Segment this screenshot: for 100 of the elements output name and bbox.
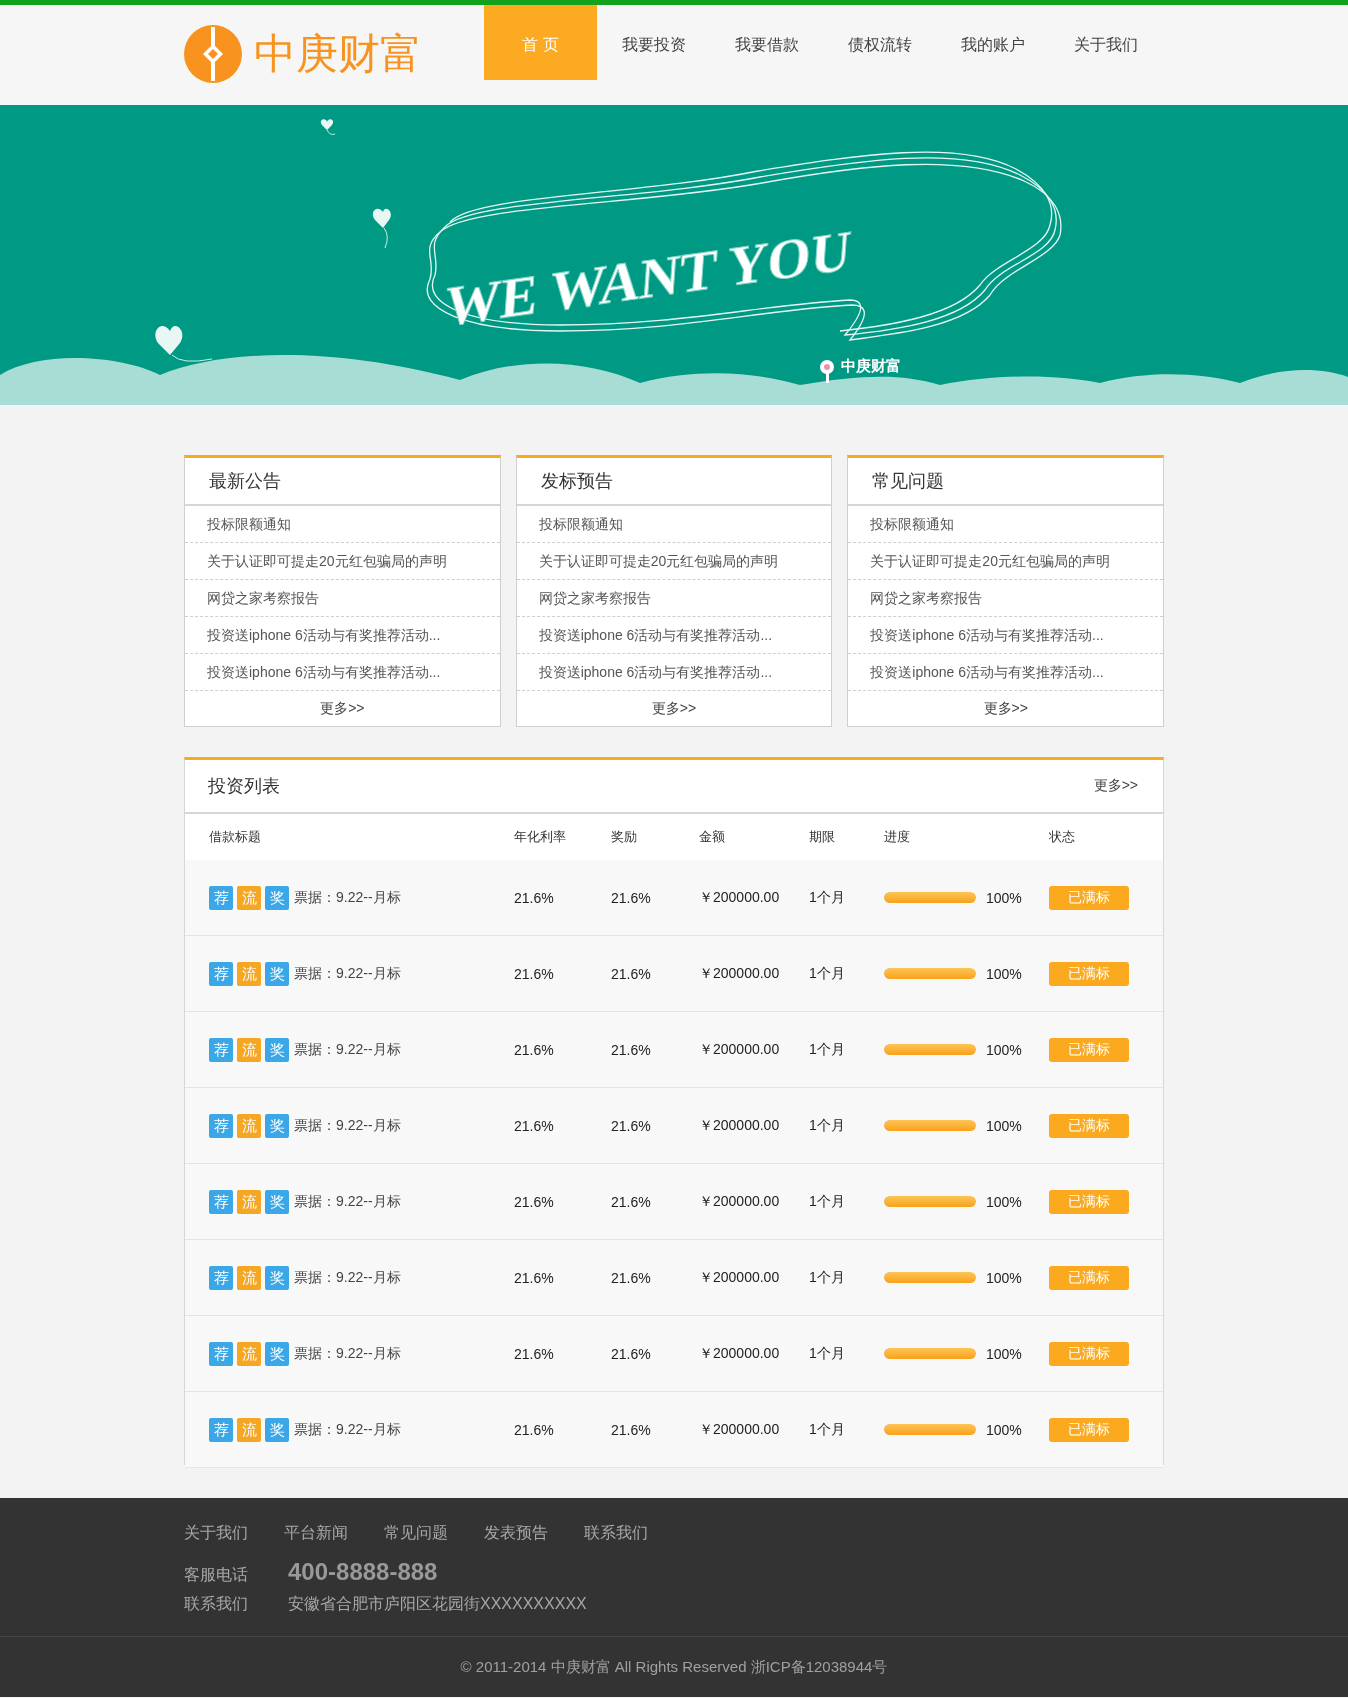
table-cell-text: 21.6% — [611, 1117, 652, 1134]
table-cell-text: ￥200000.00 — [699, 1040, 781, 1059]
nav-link[interactable]: 关于我们 — [1049, 5, 1162, 80]
column-header: 金额 — [699, 828, 726, 846]
table-cell-text: 21.6% — [514, 1193, 555, 1210]
card-title: 发标预告 — [516, 458, 832, 506]
table-cell-text: ￥200000.00 — [699, 1268, 781, 1287]
news-link[interactable]: 关于认证即可提走20元红包骗局的声明 — [185, 543, 500, 580]
card-title: 常见问题 — [848, 458, 1163, 506]
news-link[interactable]: 投资送iphone 6活动与有奖推荐活动... — [185, 654, 500, 691]
news-link[interactable]: 投资送iphone 6活动与有奖推荐活动... — [516, 617, 832, 654]
progress-text: 100% — [986, 1421, 1022, 1438]
more-link[interactable]: 更多>> — [1093, 777, 1138, 795]
footer-link[interactable]: 常见问题 — [384, 1523, 448, 1544]
table-cell-text: 1个月 — [809, 1420, 846, 1439]
table-cell-text: 1个月 — [809, 1268, 846, 1287]
tag-badge: 奖 — [265, 1417, 289, 1442]
footer-label: 客服电话 — [184, 1565, 249, 1585]
tag-badge: 荐 — [209, 1417, 233, 1442]
table-cell-text: 1个月 — [809, 1192, 846, 1211]
news-link[interactable]: 投资送iphone 6活动与有奖推荐活动... — [516, 654, 832, 691]
loan-title[interactable]: 票据：9.22--月标 — [294, 1116, 401, 1135]
loan-title[interactable]: 票据：9.22--月标 — [294, 964, 401, 983]
tag-badge: 荐 — [209, 1037, 233, 1062]
table-cell-text: 1个月 — [809, 1116, 846, 1135]
progress-text: 100% — [986, 965, 1022, 982]
table-cell-text: 1个月 — [809, 1344, 846, 1363]
tag-badge: 奖 — [265, 1037, 289, 1062]
table-cell-text: 21.6% — [611, 1421, 652, 1438]
news-link[interactable]: 投资送iphone 6活动与有奖推荐活动... — [848, 617, 1163, 654]
table-cell-text: 21.6% — [514, 1421, 555, 1438]
loan-title[interactable]: 票据：9.22--月标 — [294, 1192, 401, 1211]
more-link[interactable]: 更多>> — [983, 699, 1028, 718]
news-link[interactable]: 网贷之家考察报告 — [185, 580, 500, 617]
table-cell-text: 1个月 — [809, 888, 846, 907]
tag-badge: 奖 — [265, 1113, 289, 1138]
brand-name: 中庚财富 — [254, 29, 422, 79]
heart-balloon-icon — [155, 326, 213, 362]
card-title: 最新公告 — [185, 458, 500, 506]
copyright-text: © 2011-2014 中庚财富 All Rights Reserved 浙ICP备12038944号 — [460, 1657, 888, 1677]
progress-text: 100% — [986, 1193, 1022, 1210]
footer-link[interactable]: 平台新闻 — [284, 1523, 348, 1544]
tag-badge: 流 — [237, 1417, 261, 1442]
footer-label: 联系我们 — [184, 1594, 249, 1614]
footer-link[interactable]: 关于我们 — [184, 1523, 248, 1544]
loan-title[interactable]: 票据：9.22--月标 — [294, 888, 401, 907]
slogan-text: WE WANT YOU — [443, 218, 853, 339]
column-header: 期限 — [809, 828, 836, 846]
tag-badge: 奖 — [265, 885, 289, 910]
address-text: 安徽省合肥市庐阳区花园街XXXXXXXXXX — [288, 1594, 587, 1614]
table-cell-text: 21.6% — [514, 1345, 555, 1362]
more-link[interactable]: 更多>> — [651, 699, 697, 718]
table-cell-text: 21.6% — [514, 1041, 555, 1058]
column-header: 进度 — [884, 828, 911, 846]
loan-title[interactable]: 票据：9.22--月标 — [294, 1420, 401, 1439]
table-cell-text: 21.6% — [611, 889, 652, 906]
news-link[interactable]: 关于认证即可提走20元红包骗局的声明 — [848, 543, 1163, 580]
column-header: 借款标题 — [209, 828, 262, 846]
table-cell-text: 21.6% — [611, 1269, 652, 1286]
tag-badge: 荐 — [209, 1189, 233, 1214]
table-cell-text: 1个月 — [809, 964, 846, 983]
footer-link[interactable]: 联系我们 — [584, 1523, 648, 1544]
tag-badge: 流 — [237, 885, 261, 910]
table-cell-text: ￥200000.00 — [699, 1116, 781, 1135]
news-link[interactable]: 网贷之家考察报告 — [516, 580, 832, 617]
table-cell-text: 21.6% — [514, 1269, 555, 1286]
heart-balloon-icon — [320, 119, 336, 135]
tag-badge: 荐 — [209, 1341, 233, 1366]
table-cell-text: 21.6% — [611, 1193, 652, 1210]
column-header: 年化利率 — [514, 828, 567, 846]
news-link[interactable]: 投资送iphone 6活动与有奖推荐活动... — [848, 654, 1163, 691]
loan-title[interactable]: 票据：9.22--月标 — [294, 1344, 401, 1363]
tag-badge: 流 — [237, 1037, 261, 1062]
table-cell-text: 21.6% — [611, 1345, 652, 1362]
loan-title[interactable]: 票据：9.22--月标 — [294, 1040, 401, 1059]
nav-link[interactable]: 我要投资 — [597, 5, 710, 80]
progress-text: 100% — [986, 1041, 1022, 1058]
news-link[interactable]: 投资送iphone 6活动与有奖推荐活动... — [185, 617, 500, 654]
footer-link[interactable]: 发表预告 — [484, 1523, 548, 1544]
news-link[interactable]: 投标限额通知 — [848, 506, 1163, 543]
news-link[interactable]: 投标限额通知 — [185, 506, 500, 543]
table-cell-text: ￥200000.00 — [699, 1420, 781, 1439]
news-link[interactable]: 关于认证即可提走20元红包骗局的声明 — [516, 543, 832, 580]
tag-badge: 荐 — [209, 961, 233, 986]
loan-title[interactable]: 票据：9.22--月标 — [294, 1268, 401, 1287]
table-cell-text: 21.6% — [514, 965, 555, 982]
tag-badge: 流 — [237, 961, 261, 986]
table-cell-text: 21.6% — [611, 1041, 652, 1058]
tag-badge: 荐 — [209, 885, 233, 910]
table-cell-text: 21.6% — [514, 889, 555, 906]
nav-link[interactable]: 债权流转 — [823, 5, 936, 80]
nav-link[interactable]: 我要借款 — [710, 5, 823, 80]
table-cell-text: 21.6% — [514, 1117, 555, 1134]
news-link[interactable]: 投标限额通知 — [516, 506, 832, 543]
more-link[interactable]: 更多>> — [320, 699, 365, 718]
nav-link[interactable]: 我的账户 — [936, 5, 1049, 80]
tag-badge: 流 — [237, 1265, 261, 1290]
news-link[interactable]: 网贷之家考察报告 — [848, 580, 1163, 617]
tag-badge: 流 — [237, 1113, 261, 1138]
logo-icon — [184, 25, 242, 83]
